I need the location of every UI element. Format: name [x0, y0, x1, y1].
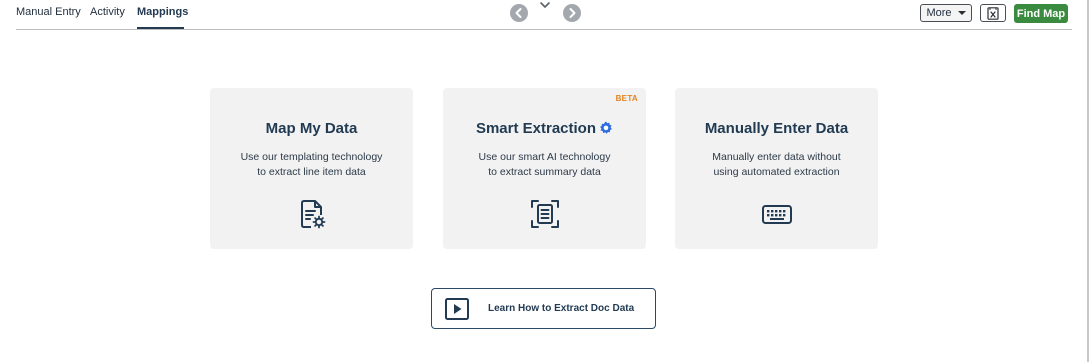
card-icon-wrap: [210, 198, 413, 230]
play-icon: [445, 298, 469, 320]
learn-extract-doc-data-button[interactable]: Learn How to Extract Doc Data: [431, 288, 656, 329]
card-title-wrap: Smart Extraction: [443, 120, 646, 137]
card-title: Map My Data: [265, 120, 358, 137]
card-description: Use our smart AI technology to extract s…: [453, 150, 636, 180]
card-title: Smart Extraction: [475, 120, 597, 137]
beta-badge: BETA: [615, 94, 638, 103]
more-dropdown-button[interactable]: More: [920, 4, 972, 22]
chevron-left-icon: [515, 8, 522, 18]
document-close-icon: [987, 7, 999, 20]
card-description-line: Manually enter data without: [712, 151, 841, 163]
more-label: More: [926, 7, 952, 19]
card-icon-wrap: [443, 198, 646, 230]
caret-down-icon: [957, 11, 966, 15]
tab-manual-entry[interactable]: Manual Entry: [16, 6, 81, 18]
find-map-button[interactable]: Find Map: [1014, 4, 1068, 23]
card-description-line: to extract line item data: [257, 166, 366, 178]
map-my-data-card[interactable]: Map My Data Use our templating technolog…: [210, 88, 413, 249]
document-gear-icon: [300, 200, 325, 229]
card-description-line: Use our templating technology: [240, 151, 383, 163]
ai-gear-icon: [600, 121, 612, 134]
smart-extraction-card[interactable]: BETA Smart Extraction Use our smart AI t…: [443, 88, 646, 249]
top-toolbar: Manual Entry Activity Mappings More Find…: [0, 0, 1087, 30]
card-description-line: using automated extraction: [713, 166, 840, 178]
card-description: Manually enter data without using automa…: [685, 150, 868, 180]
close-document-button[interactable]: [980, 4, 1006, 22]
chevron-down-icon[interactable]: [538, 0, 552, 12]
card-title: Manually Enter Data: [704, 120, 849, 137]
tab-activity[interactable]: Activity: [90, 6, 125, 18]
manually-enter-data-card[interactable]: Manually Enter Data Manually enter data …: [675, 88, 878, 249]
document-scan-icon: [530, 200, 559, 228]
previous-button[interactable]: [510, 4, 528, 22]
card-icon-wrap: [675, 198, 878, 230]
toolbar-divider: [16, 29, 1072, 30]
chevron-right-icon: [569, 8, 576, 18]
card-description-line: to extract summary data: [488, 166, 601, 178]
card-description: Use our templating technology to extract…: [220, 150, 403, 180]
keyboard-icon: [761, 205, 792, 224]
learn-label: Learn How to Extract Doc Data: [488, 303, 635, 314]
tab-mappings[interactable]: Mappings: [137, 6, 188, 18]
next-button[interactable]: [563, 4, 581, 22]
card-description-line: Use our smart AI technology: [478, 151, 611, 163]
